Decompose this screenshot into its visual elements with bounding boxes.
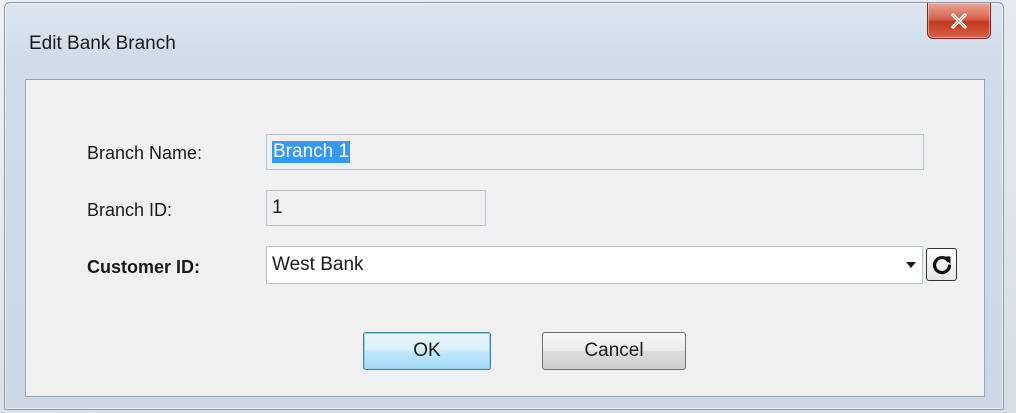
close-icon [951, 12, 967, 29]
cancel-button[interactable]: Cancel [542, 332, 686, 370]
window-title: Edit Bank Branch [29, 33, 176, 54]
title-bar: Edit Bank Branch [5, 3, 1003, 73]
close-button[interactable] [927, 3, 991, 39]
refresh-button[interactable] [926, 248, 957, 281]
dropdown-arrow-icon [906, 262, 916, 268]
cancel-button-label: Cancel [584, 340, 644, 361]
customer-id-dropdown[interactable]: West Bank [266, 246, 923, 284]
ok-button-label: OK [413, 340, 441, 361]
branch-id-value: 1 [272, 197, 283, 218]
branch-name-label: Branch Name: [87, 143, 203, 163]
branch-name-field[interactable]: Branch 1 [266, 134, 924, 170]
branch-id-field[interactable]: 1 [266, 190, 486, 226]
refresh-icon [932, 255, 951, 274]
branch-id-label: Branch ID: [87, 200, 173, 220]
ok-button[interactable]: OK [363, 332, 491, 370]
customer-id-label: Customer ID: [87, 257, 201, 277]
customer-id-value: West Bank [272, 254, 364, 275]
branch-name-value: Branch 1 [272, 141, 351, 163]
form-panel: Branch Name: Branch 1 Branch ID: 1 Custo… [25, 79, 985, 397]
edit-bank-branch-dialog: Edit Bank Branch Branch Name: Branch 1 B… [4, 2, 1004, 410]
